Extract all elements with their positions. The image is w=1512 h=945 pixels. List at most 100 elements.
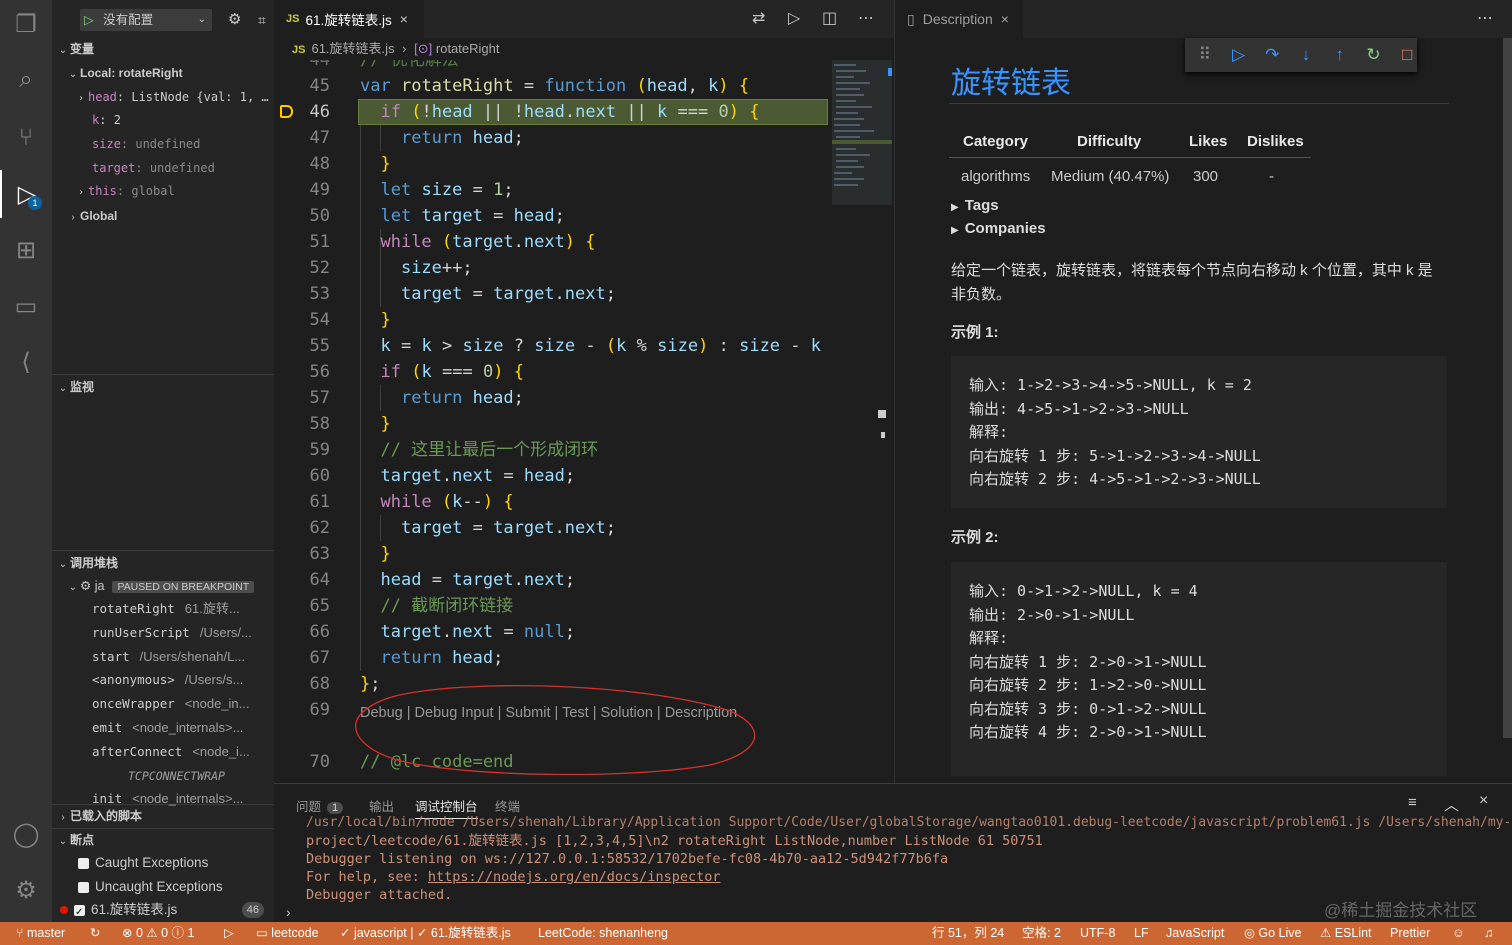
call-stack-frame[interactable]: emit <node_internals>...: [52, 717, 274, 739]
explorer-icon[interactable]: ❐: [0, 0, 52, 48]
golive-item[interactable]: ◎ Go Live: [1244, 922, 1301, 945]
var-head[interactable]: › head: ListNode {val: 1, …: [52, 86, 274, 108]
inspector-link[interactable]: https://nodejs.org/en/docs/inspector: [428, 869, 721, 885]
call-stack-frame[interactable]: onceWrapper <node_in...: [52, 693, 274, 715]
minimap[interactable]: [830, 60, 894, 783]
breadcrumb-file[interactable]: 61.旋转链表.js: [311, 41, 394, 56]
more-icon[interactable]: ⋯: [1477, 8, 1493, 28]
more-icon[interactable]: ⋯: [858, 8, 874, 28]
global-scope[interactable]: › Global: [52, 205, 274, 227]
call-stack-frame[interactable]: init <node_internals>...: [52, 788, 274, 810]
callstack-header[interactable]: ⌄ 调用堆栈: [52, 552, 274, 574]
scrollbar[interactable]: [1503, 38, 1512, 738]
sync-icon[interactable]: ↻: [90, 922, 100, 945]
cursor-position[interactable]: 行 51，列 24: [932, 922, 1004, 945]
leetcode-user[interactable]: LeetCode: shenanheng: [538, 922, 668, 945]
step-into-icon[interactable]: ↓: [1296, 45, 1316, 65]
settings-gear-icon[interactable]: ⚙: [0, 866, 52, 914]
breakpoint-caught[interactable]: Caught Exceptions: [52, 852, 274, 874]
code-area[interactable]: 44// 优化解法 45 var rotateRight = function (…: [274, 60, 830, 783]
breadcrumb-symbol[interactable]: rotateRight: [436, 41, 500, 56]
var-k[interactable]: k: 2: [52, 109, 274, 131]
line-number: 56: [309, 362, 330, 382]
source-control-icon[interactable]: ⑂: [0, 114, 52, 162]
tab-rotate-list[interactable]: JS 61.旋转链表.js ×: [274, 0, 424, 38]
continue-icon[interactable]: ▷: [1229, 45, 1249, 65]
tab-description[interactable]: ▯ Description ×: [895, 0, 1023, 38]
close-icon[interactable]: ×: [1001, 11, 1009, 27]
chevron-down-icon: ⌄: [58, 45, 68, 56]
breakpoint-file[interactable]: 61.旋转链表.js 46: [52, 899, 274, 921]
stop-icon[interactable]: □: [1397, 45, 1417, 65]
leetcode-icon[interactable]: ⟨: [0, 338, 52, 386]
var-value: 2: [113, 113, 121, 127]
line-number: 61: [309, 492, 330, 512]
close-icon[interactable]: ×: [400, 11, 408, 27]
search-icon[interactable]: ⌕: [0, 56, 52, 104]
step-out-icon[interactable]: ↑: [1330, 45, 1350, 65]
line-number: 49: [309, 180, 330, 200]
line-number: 68: [309, 674, 330, 694]
var-size[interactable]: size: undefined: [52, 133, 274, 155]
branch-item[interactable]: ⑂ master: [16, 922, 65, 945]
frame-function: <anonymous>: [92, 672, 175, 688]
debug-run-icon[interactable]: ▷: [224, 922, 234, 945]
compare-icon[interactable]: ⇄: [752, 8, 765, 28]
local-scope[interactable]: ⌄ Local: rotateRight: [52, 62, 274, 84]
line-ending[interactable]: LF: [1134, 922, 1149, 945]
breakpoints-header[interactable]: ⌄ 断点: [52, 829, 274, 851]
call-stack-frame[interactable]: TCPCONNECTWRAP: [52, 765, 274, 787]
call-stack-frame[interactable]: <anonymous> /Users/s...: [52, 669, 274, 691]
debug-console-icon[interactable]: ⌗: [258, 9, 266, 31]
run-config-select[interactable]: ▷ 没有配置 ⌄: [80, 9, 212, 31]
checkbox[interactable]: [78, 881, 89, 893]
run-debug-icon[interactable]: ▷ 1: [0, 170, 52, 218]
thread-row[interactable]: ⌄ ⚙ ja PAUSED ON BREAKPOINT: [52, 575, 274, 597]
tab-problems[interactable]: 问题 1: [296, 796, 344, 815]
call-stack-frame[interactable]: runUserScript/Users/...: [52, 622, 274, 644]
call-stack-frame[interactable]: start/Users/shenah/L...: [52, 646, 274, 668]
folder-icon[interactable]: ▭: [0, 282, 52, 330]
tab-terminal[interactable]: 终端: [495, 796, 520, 815]
eslint-check-item[interactable]: ✓ javascript | ✓ 61.旋转链表.js: [340, 922, 511, 945]
bell-icon[interactable]: ♫: [1484, 922, 1493, 945]
maximize-panel-icon[interactable]: ︿: [1444, 794, 1459, 815]
leetcode-item[interactable]: ▭ leetcode: [256, 922, 319, 945]
var-target[interactable]: target: undefined: [52, 157, 274, 179]
feedback-icon[interactable]: ☺: [1452, 922, 1465, 945]
eslint-label: ESLint: [1334, 926, 1372, 940]
tags-toggle[interactable]: ▶ Tags: [951, 197, 999, 214]
step-over-icon[interactable]: ↷: [1262, 45, 1282, 65]
account-icon[interactable]: ◯: [0, 810, 52, 858]
gear-icon[interactable]: ⚙: [228, 9, 241, 31]
tab-output[interactable]: 输出: [369, 796, 394, 815]
restart-icon[interactable]: ↻: [1364, 45, 1384, 65]
prettier-item[interactable]: Prettier: [1390, 922, 1430, 945]
encoding[interactable]: UTF-8: [1080, 922, 1115, 945]
divider: [52, 550, 274, 551]
close-panel-icon[interactable]: ×: [1479, 792, 1488, 810]
eslint-item[interactable]: ⚠ ESLint: [1320, 922, 1372, 945]
run-icon[interactable]: ▷: [788, 8, 800, 28]
checkbox[interactable]: [78, 857, 89, 869]
clear-console-icon[interactable]: ≡: [1408, 794, 1417, 811]
drag-handle-icon[interactable]: ⠿: [1195, 45, 1215, 65]
checkbox[interactable]: [74, 902, 85, 921]
chevron-down-icon: ⌄: [68, 582, 78, 593]
editor-tabbar: JS 61.旋转链表.js × ⇄ ▷ ◫ ⋯: [274, 0, 894, 38]
code-line: 50 let target = head;: [274, 203, 830, 229]
problems-item[interactable]: ⊗ 0 ⚠ 0 ⓘ 1: [122, 922, 194, 945]
split-editor-icon[interactable]: ◫: [822, 8, 837, 28]
language-mode[interactable]: JavaScript: [1166, 922, 1224, 945]
start-debug-icon[interactable]: ▷: [84, 13, 94, 27]
indentation[interactable]: 空格: 2: [1022, 922, 1061, 945]
watch-header[interactable]: ⌄ 监视: [52, 376, 274, 398]
var-value: undefined: [149, 161, 215, 175]
call-stack-frame[interactable]: rotateRight 61.旋转...: [52, 598, 274, 620]
variables-header[interactable]: ⌄ 变量: [52, 38, 274, 60]
var-this[interactable]: › this: global: [52, 180, 274, 202]
companies-toggle[interactable]: ▶ Companies: [951, 220, 1046, 237]
breakpoint-uncaught[interactable]: Uncaught Exceptions: [52, 876, 274, 898]
call-stack-frame[interactable]: afterConnect <node_i...: [52, 741, 274, 763]
extensions-icon[interactable]: ⊞: [0, 226, 52, 274]
